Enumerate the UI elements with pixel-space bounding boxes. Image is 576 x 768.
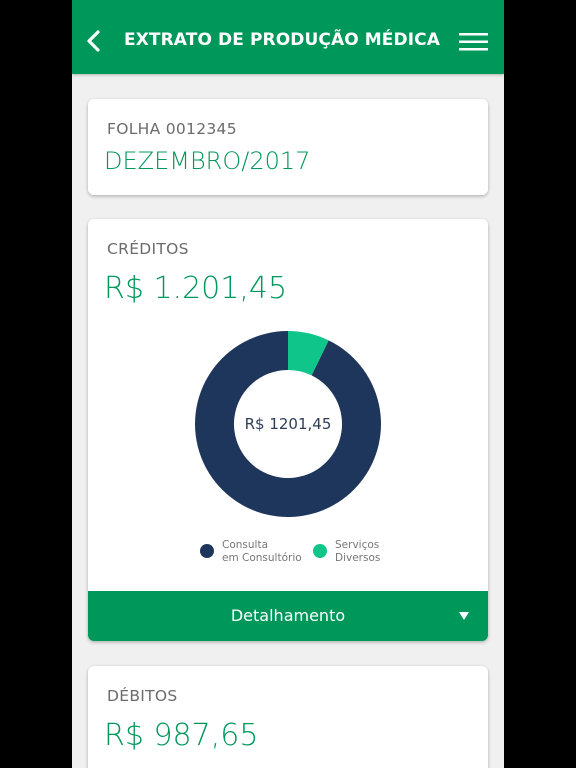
detalhamento-label: Detalhamento: [230, 606, 346, 625]
top-app-bar: EXTRATO DE PRODUÇÃO MÉDICA: [72, 0, 504, 74]
folha-period: DEZEMBRO/2017: [104, 147, 311, 175]
debitos-label: DÉBITOS: [107, 687, 178, 705]
chevron-left-icon: [87, 30, 100, 52]
page-title: EXTRATO DE PRODUÇÃO MÉDICA: [124, 30, 440, 50]
menu-button[interactable]: [457, 30, 491, 54]
app-screen: EXTRATO DE PRODUÇÃO MÉDICA FOLHA 0012345…: [72, 0, 504, 768]
folha-number: FOLHA 0012345: [107, 120, 237, 138]
debitos-value: R$ 987,65: [104, 718, 259, 753]
legend-label-consulta: Consulta em Consultório: [222, 539, 302, 564]
creditos-label: CRÉDITOS: [107, 240, 189, 258]
caret-down-icon: [459, 612, 469, 620]
donut-svg: [195, 331, 381, 517]
hamburger-menu-icon: [459, 33, 488, 51]
legend-swatch-consulta: [200, 544, 214, 558]
creditos-value: R$ 1.201,45: [104, 271, 288, 306]
detalhamento-button[interactable]: Detalhamento: [88, 591, 488, 641]
legend-label-servicos: Serviços Diversos: [335, 539, 381, 564]
creditos-card: CRÉDITOS R$ 1.201,45 R$ 1201,45 Consulta…: [88, 219, 488, 641]
debitos-card: DÉBITOS R$ 987,65: [88, 666, 488, 768]
legend-item-servicos: Serviços Diversos: [313, 539, 380, 565]
back-button[interactable]: [82, 25, 106, 57]
legend-swatch-servicos: [313, 544, 327, 558]
folha-card: FOLHA 0012345 DEZEMBRO/2017: [88, 99, 488, 195]
creditos-donut-chart: R$ 1201,45: [193, 329, 383, 519]
legend-item-consulta: Consulta em Consultório: [200, 539, 302, 565]
